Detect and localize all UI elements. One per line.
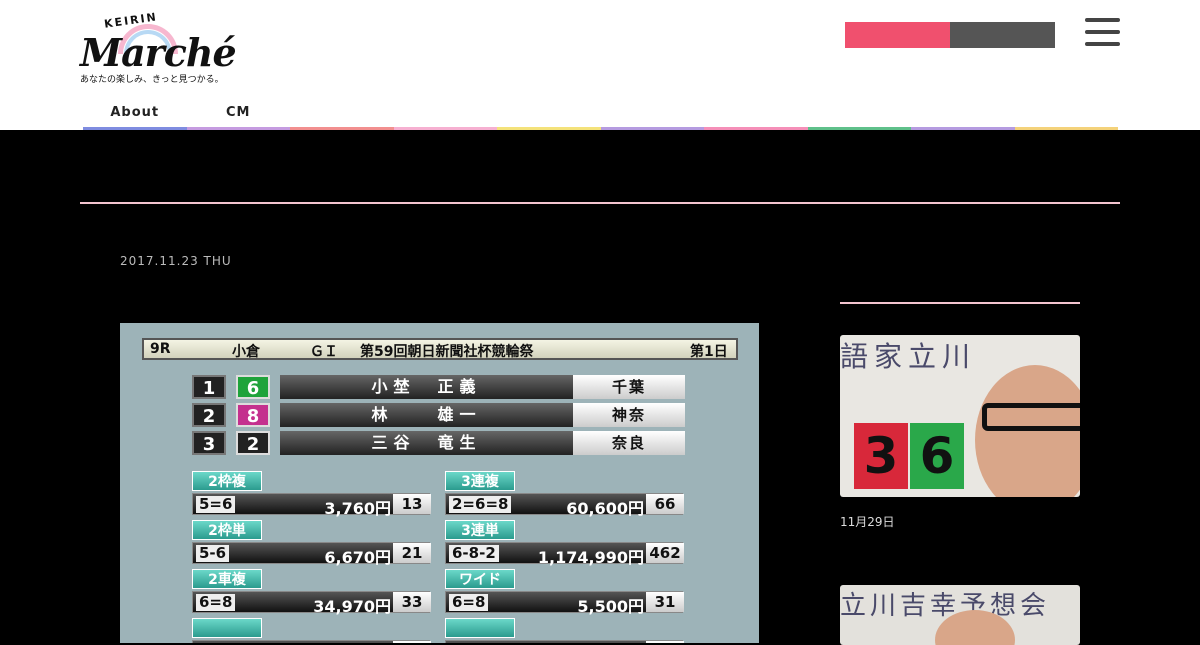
nav-item-8[interactable]: [911, 98, 1015, 130]
race-header-bar: 9R 小倉 ＧＩ 第59回朝日新聞社杯競輪祭 第1日: [142, 338, 738, 360]
site-header: KEIRIN Marché あなたの楽しみ、きっと見つかる。 About CM: [0, 0, 1200, 130]
payout-amount: 5,500円: [577, 597, 644, 616]
rider-prefecture: 神奈: [573, 403, 685, 427]
bet-type-label: 3連単: [445, 520, 515, 540]
car-number: 2: [236, 431, 270, 455]
nav-item-4[interactable]: [497, 98, 601, 130]
finish-rank: 3: [192, 431, 226, 455]
race-venue: 小倉: [232, 344, 260, 360]
nav-item-5[interactable]: [600, 98, 704, 130]
sidebar-caption-1[interactable]: 11月29日: [840, 512, 1080, 533]
payout-amount: 3,760円: [324, 499, 391, 518]
finish-rank: 2: [192, 403, 226, 427]
car-number: 6: [236, 375, 270, 399]
popularity-rank: 66: [646, 494, 684, 514]
logo-tagline: あなたの楽しみ、きっと見つかる。: [80, 75, 224, 85]
nav-item-0[interactable]: About: [83, 98, 187, 130]
popularity-rank: 462: [646, 543, 684, 563]
bet-type-label: 2枠単: [192, 520, 262, 540]
popularity-rank: 31: [646, 592, 684, 612]
payout-bar: 6=8 34,970円 33: [192, 591, 431, 616]
bet-combination: 6=8: [449, 594, 489, 611]
payout-bar: 2=63,120円22: [445, 640, 684, 643]
rider-prefecture: 千葉: [573, 375, 685, 399]
bet-combination: 2=6=8: [449, 496, 512, 513]
person-face: [975, 365, 1080, 497]
race-number: 9R: [150, 341, 171, 357]
nav-item-9[interactable]: [1014, 98, 1118, 130]
nav-item-3[interactable]: [393, 98, 497, 130]
site-logo[interactable]: KEIRIN Marché あなたの楽しみ、きっと見つかる。: [80, 10, 237, 86]
payout-bar: [192, 640, 431, 643]
bet-type-label: 2車複: [192, 569, 262, 589]
bet-type-label: 2枠複: [192, 471, 262, 491]
rider-prefecture: 奈良: [573, 431, 685, 455]
popularity-rank: 22: [646, 641, 684, 643]
popularity-rank: 13: [393, 494, 431, 514]
bet-combination: 5=6: [196, 496, 236, 513]
payout-amount: 34,970円: [313, 597, 391, 616]
number-card-3: 3: [854, 423, 908, 489]
race-event: 第59回朝日新聞社杯競輪祭: [360, 344, 534, 360]
bet-combination: 6-8-2: [449, 545, 499, 562]
payout-amount: 6,670円: [324, 548, 391, 567]
sidebar-divider: [840, 302, 1080, 304]
logo-marche-text: Marché: [80, 30, 237, 75]
glasses: [982, 403, 1080, 431]
popularity-rank: [393, 641, 431, 643]
bet-type-label: 3連複: [445, 471, 515, 491]
bet-type-label: [192, 618, 262, 638]
race-day: 第1日: [690, 344, 728, 360]
hamburger-menu-icon[interactable]: [1085, 18, 1120, 50]
thumbnail-whiteboard-text: 立川吉幸予想会: [840, 591, 1051, 621]
thumbnail-whiteboard-text: 語家立川: [840, 340, 977, 373]
race-result-image: 9R 小倉 ＧＩ 第59回朝日新聞社杯競輪祭 第1日 1 6 小埜 正義 千葉 2 8 林 …: [120, 323, 759, 643]
bet-combination: 5-6: [196, 545, 230, 562]
popularity-rank: 21: [393, 543, 431, 563]
header-secondary-button[interactable]: [950, 22, 1055, 48]
finish-rank: 1: [192, 375, 226, 399]
payout-amount: 60,600円: [566, 499, 644, 518]
payout-bar: 2=6=8 60,600円 66: [445, 493, 684, 518]
sidebar-thumbnail-2[interactable]: 立川吉幸予想会: [840, 585, 1080, 645]
rider-name: 三谷 竜生: [280, 431, 573, 455]
rider-name: 林 雄一: [280, 403, 573, 427]
popularity-rank: 33: [393, 592, 431, 612]
header-primary-button[interactable]: [845, 22, 950, 48]
global-nav: About CM: [83, 98, 1118, 130]
nav-item-7[interactable]: [807, 98, 911, 130]
rider-name: 小埜 正義: [280, 375, 573, 399]
bet-combination: 6=8: [196, 594, 236, 611]
post-date: 2017.11.23 THU: [120, 254, 232, 268]
race-grade: ＧＩ: [310, 344, 338, 360]
payout-amount: 1,174,990円: [537, 548, 644, 567]
bet-type-label: ワイド: [445, 569, 515, 589]
number-card-6: 6: [910, 423, 964, 489]
payout-bar: 5-6 6,670円 21: [192, 542, 431, 567]
nav-item-2[interactable]: [290, 98, 394, 130]
sidebar-thumbnail-1[interactable]: 語家立川 3 6: [840, 335, 1080, 497]
nav-item-6[interactable]: [704, 98, 808, 130]
payout-bar: 5=6 3,760円 13: [192, 493, 431, 518]
payout-bar: 6=8 5,500円 31: [445, 591, 684, 616]
nav-item-1[interactable]: CM: [186, 98, 290, 130]
car-number: 8: [236, 403, 270, 427]
section-divider: [80, 202, 1120, 204]
payout-amount: 3,120円: [524, 642, 644, 643]
payout-bar: 6-8-2 1,174,990円 462: [445, 542, 684, 567]
bet-type-label: [445, 618, 515, 638]
